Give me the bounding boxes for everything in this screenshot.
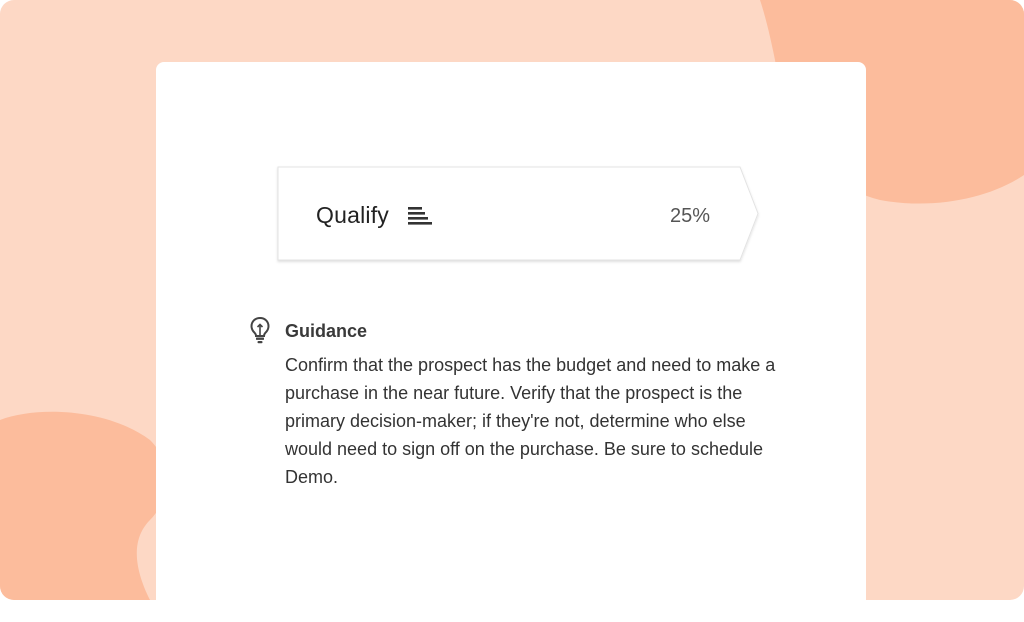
stage-percent: 25% bbox=[670, 205, 711, 227]
list-lines-icon[interactable] bbox=[408, 207, 432, 225]
guidance-title: Guidance bbox=[285, 321, 368, 341]
stage-path-step[interactable]: Qualify 25% bbox=[277, 166, 759, 261]
stage-label: Qualify bbox=[316, 202, 389, 228]
lightbulb-icon bbox=[250, 316, 270, 344]
bottom-left-blob bbox=[0, 411, 167, 600]
guidance-text: Confirm that the prospect has the budget… bbox=[285, 355, 776, 487]
content-card: Qualify 25% Guidance Confirm that the pr… bbox=[156, 62, 866, 622]
